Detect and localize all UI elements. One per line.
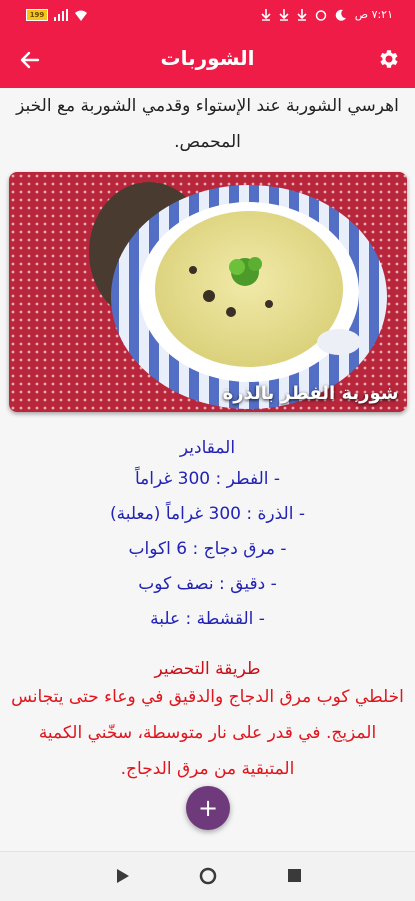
status-time: ٧:٢١ ص — [354, 8, 393, 21]
download-icon — [261, 8, 271, 21]
ingredients-title: المقادير — [179, 438, 236, 458]
add-button[interactable]: + — [186, 786, 230, 830]
system-nav-bar — [0, 851, 415, 901]
intro-text: اهرسي الشوربة عند الإستواء وقدمي الشوربة… — [16, 96, 399, 152]
wifi-icon — [75, 10, 87, 21]
alarm-icon — [315, 9, 327, 21]
status-bar: 199 ٧:٢١ ص — [0, 0, 415, 32]
play-icon[interactable] — [116, 868, 130, 884]
app-bar: الشوربات — [0, 32, 415, 88]
arrow-back-icon[interactable] — [18, 48, 42, 72]
ingredients-list: - الفطر : 300 غراماً - الذرة : 300 غراما… — [0, 462, 415, 637]
list-item: - الذرة : 300 غراماً (معلبة) — [110, 504, 305, 524]
list-item: - مرق دجاج : 6 اكواب — [128, 539, 287, 559]
status-icons-right: ٧:٢١ ص — [261, 8, 393, 21]
dnd-icon — [335, 9, 346, 21]
battery-icon: 199 — [26, 9, 48, 21]
page-title: الشوربات — [160, 46, 255, 70]
download-icon — [279, 8, 289, 21]
list-item: - دقيق : نصف كوب — [138, 574, 277, 594]
status-icons-left: 199 — [26, 9, 88, 21]
plus-icon: + — [197, 794, 219, 822]
download-icon — [297, 8, 307, 21]
list-item: - الفطر : 300 غراماً — [134, 469, 281, 489]
image-caption: شوربة الفطر بالذرة — [222, 383, 399, 404]
home-circle-icon[interactable] — [199, 867, 217, 885]
preparation-text: اخلطي كوب مرق الدجاج والدقيق في وعاء حتى… — [11, 687, 404, 779]
signal-icon — [54, 9, 68, 21]
recipe-content[interactable]: اهرسي الشوربة عند الإستواء وقدمي الشوربة… — [0, 88, 415, 851]
list-item: - القشطة : علبة — [150, 609, 265, 629]
soup-photo — [8, 172, 407, 412]
recipe-image: شوربة الفطر بالذرة — [8, 172, 407, 412]
preparation-title: طريقة التحضير — [154, 659, 261, 679]
square-icon[interactable] — [288, 869, 301, 882]
